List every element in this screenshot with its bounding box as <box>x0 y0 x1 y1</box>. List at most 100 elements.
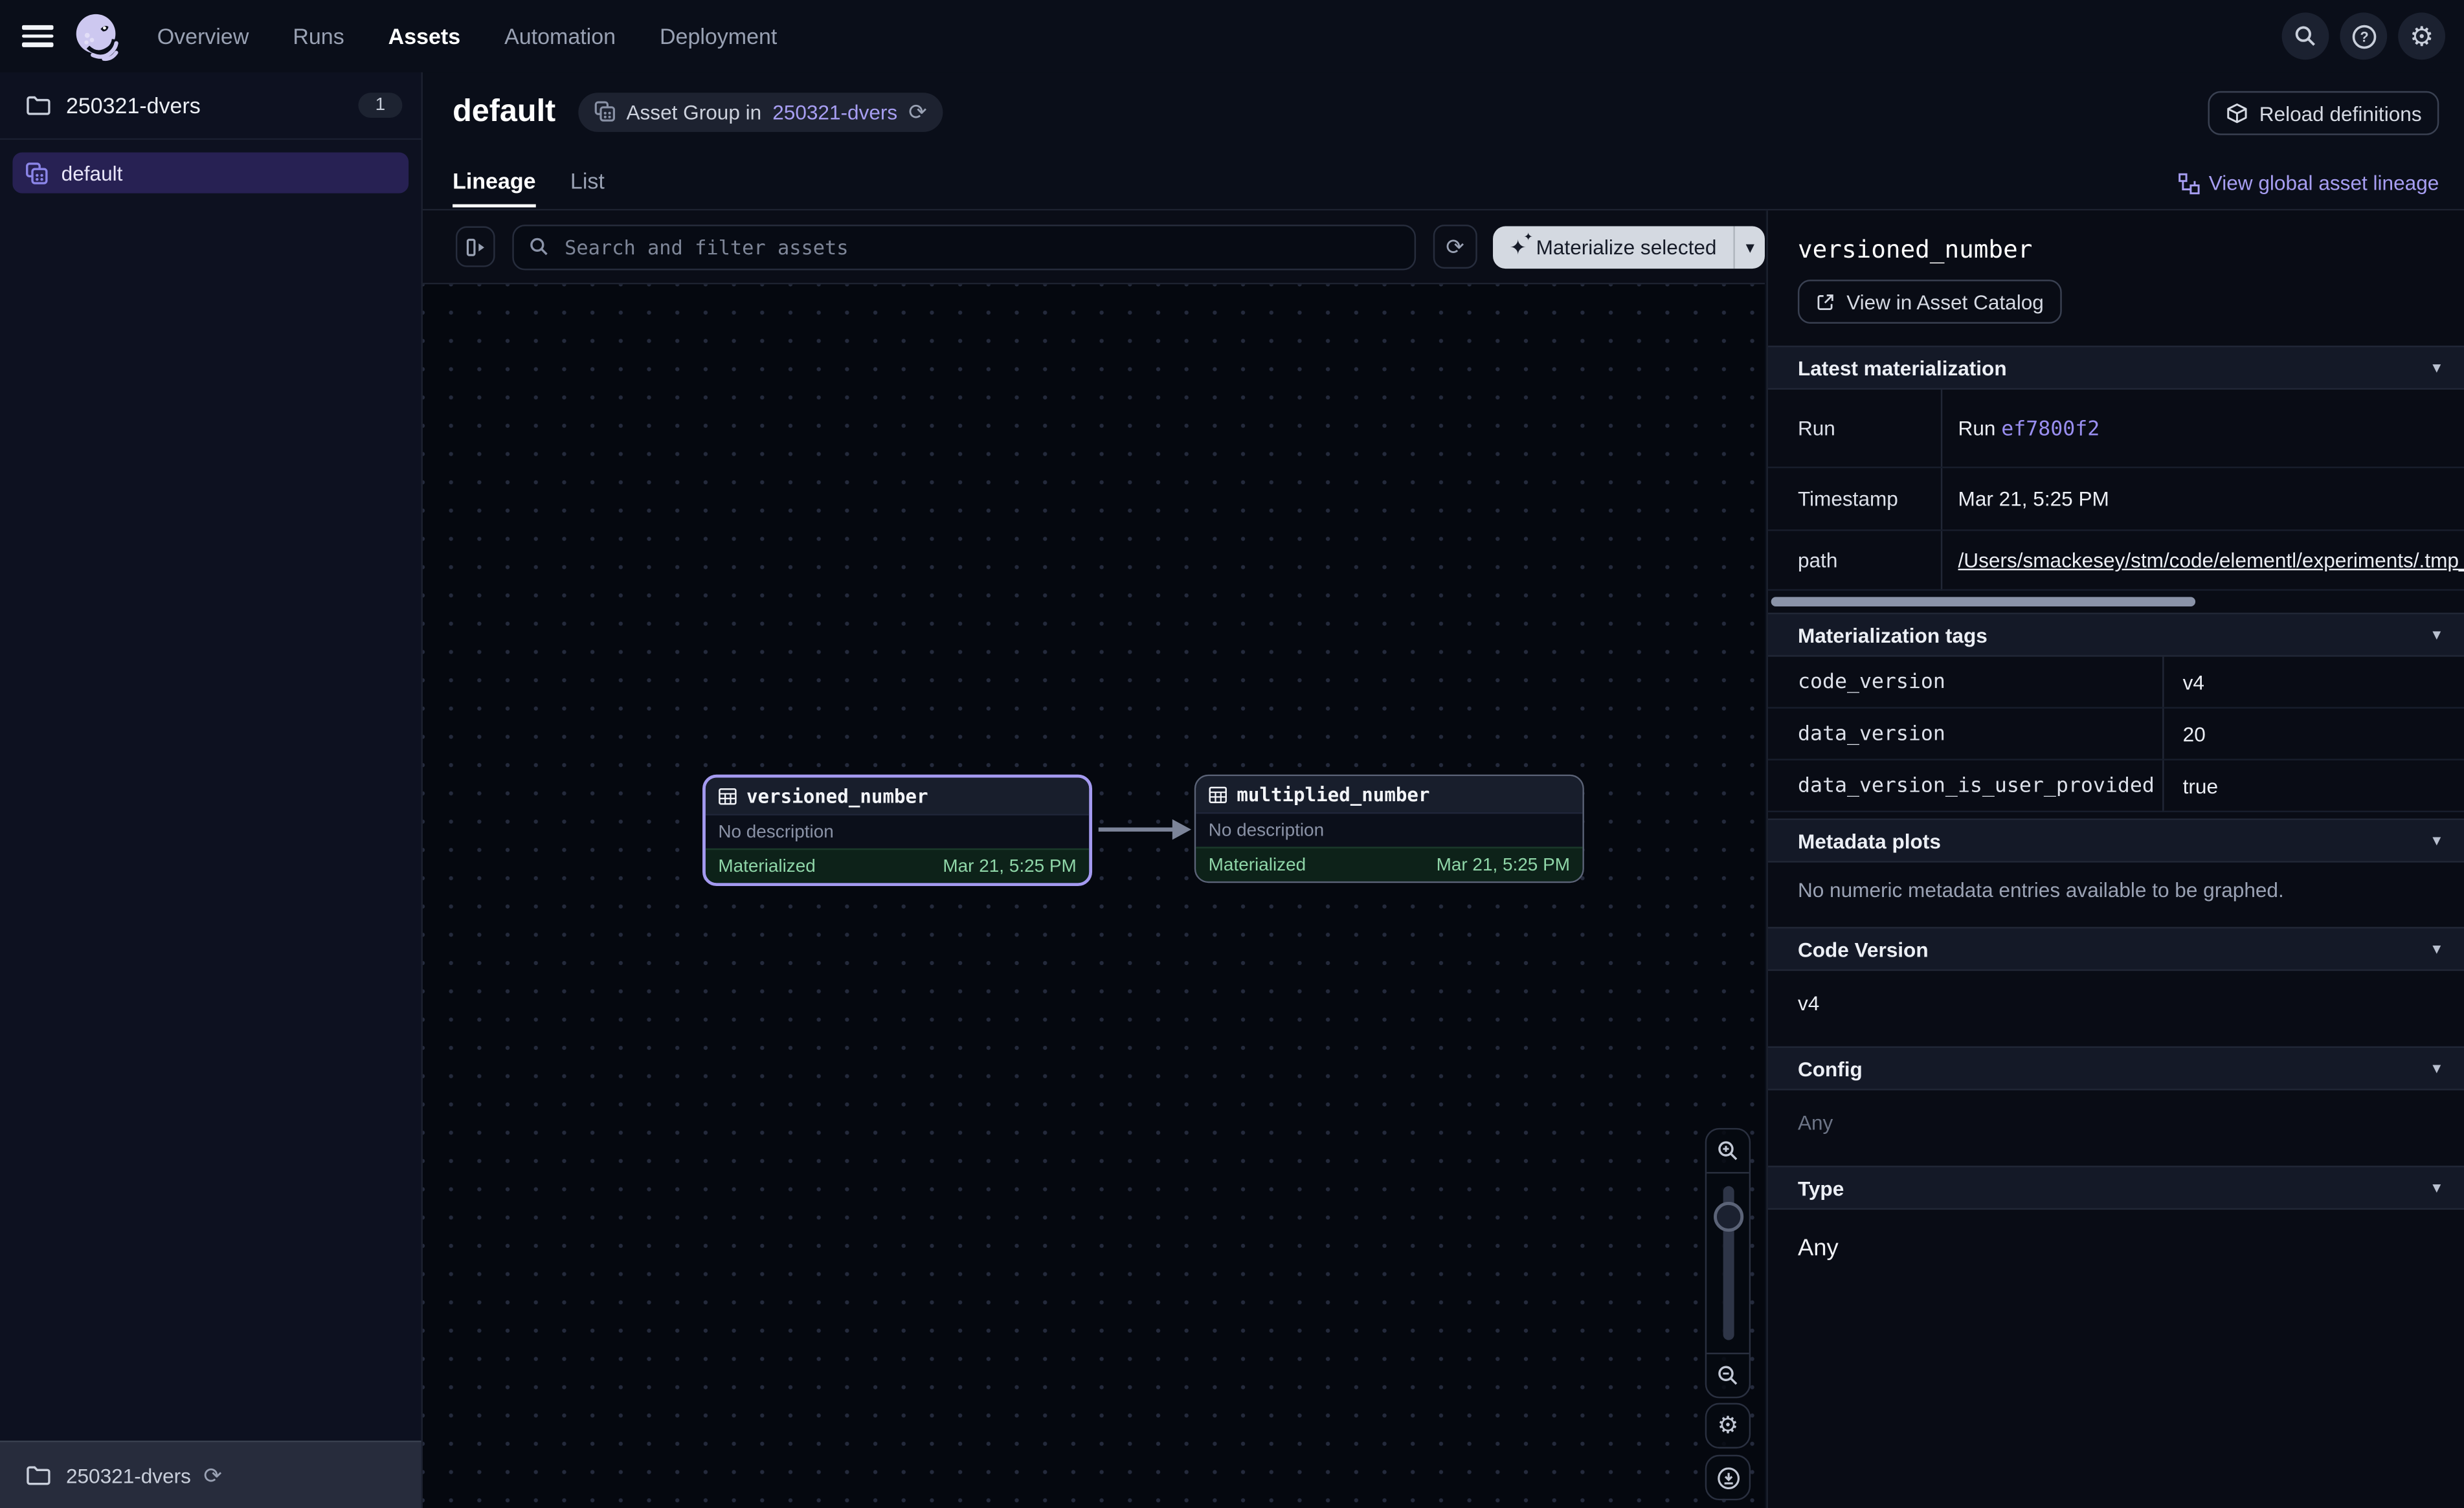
footer-workspace-name: 250321-dvers <box>66 1463 191 1487</box>
chip-label: Asset Group in <box>626 100 761 123</box>
zoom-controls <box>1705 1128 1751 1399</box>
nav-item-assets[interactable]: Assets <box>388 23 460 49</box>
chevron-down-icon: ▼ <box>2430 833 2444 848</box>
type-value: Any <box>1768 1210 2464 1280</box>
materialize-dropdown-button[interactable]: ▾ <box>1734 225 1765 268</box>
section-materialization-tags[interactable]: Materialization tags ▼ <box>1768 613 2464 657</box>
chevron-down-icon: ▼ <box>2430 941 2444 957</box>
asset-node-versioned-number[interactable]: versioned_number No description Material… <box>702 775 1092 886</box>
external-link-icon <box>1815 291 1836 312</box>
top-nav-actions: ? ⚙ <box>2282 12 2445 60</box>
materialization-time: Mar 21, 5:25 PM <box>943 857 1076 876</box>
section-config[interactable]: Config ▼ <box>1768 1047 2464 1091</box>
section-metadata-plots[interactable]: Metadata plots ▼ <box>1768 819 2464 863</box>
chevron-down-icon: ▼ <box>2430 1180 2444 1195</box>
nav-item-deployment[interactable]: Deployment <box>660 23 777 49</box>
run-id-link[interactable]: ef7800f2 <box>2001 417 2100 440</box>
lineage-graph-icon <box>2177 172 2199 194</box>
asset-group-icon <box>25 161 49 184</box>
reload-definitions-label: Reload definitions <box>2259 102 2422 125</box>
search-icon[interactable] <box>2282 12 2329 60</box>
table-row: Run Run ef7800f2 <box>1768 390 2464 467</box>
section-code-version[interactable]: Code Version ▼ <box>1768 927 2464 971</box>
node-status-bar: Materialized Mar 21, 5:25 PM <box>1196 847 1582 881</box>
download-graph-icon[interactable] <box>1705 1455 1751 1500</box>
workspace-link[interactable]: 250321-dvers <box>772 100 897 123</box>
zoom-out-icon[interactable] <box>1707 1354 1749 1397</box>
table-row: path /Users/smackesey/stm/code/elementl/… <box>1768 530 2464 590</box>
tab-list[interactable]: List <box>570 168 605 208</box>
dagster-app: Overview Runs Assets Automation Deployme… <box>0 0 2464 1508</box>
top-nav: Overview Runs Assets Automation Deployme… <box>0 0 2464 72</box>
graph-settings-icon[interactable]: ⚙ <box>1705 1403 1751 1448</box>
section-latest-materialization[interactable]: Latest materialization ▼ <box>1768 346 2464 390</box>
chevron-down-icon: ▼ <box>2430 627 2444 643</box>
page-header: default Asset Group in 250321-dvers ⟳ Re… <box>423 72 2464 211</box>
code-version-value: v4 <box>1768 971 2464 1040</box>
settings-gear-icon[interactable]: ⚙ <box>2398 12 2445 60</box>
table-row: Timestamp Mar 21, 5:25 PM <box>1768 467 2464 530</box>
sidebar-item-default[interactable]: default <box>12 152 409 193</box>
section-type[interactable]: Type ▼ <box>1768 1166 2464 1210</box>
asset-detail-panel: versioned_number View in Asset Catalog L… <box>1766 210 2464 1508</box>
asset-edge <box>423 284 1765 1508</box>
chevron-down-icon: ▼ <box>2430 1060 2444 1076</box>
dagster-logo-icon[interactable] <box>69 10 123 63</box>
node-status-bar: Materialized Mar 21, 5:25 PM <box>706 848 1089 883</box>
lineage-graph-canvas[interactable]: versioned_number No description Material… <box>423 284 1765 1508</box>
status-badge: Materialized <box>718 857 815 876</box>
folder-icon <box>25 93 50 118</box>
nav-item-automation[interactable]: Automation <box>504 23 616 49</box>
sidebar-footer: 250321-dvers ⟳ <box>0 1441 421 1508</box>
tab-lineage[interactable]: Lineage <box>453 168 535 208</box>
materialization-time: Mar 21, 5:25 PM <box>1437 856 1570 874</box>
zoom-slider-thumb[interactable] <box>1713 1202 1743 1232</box>
lineage-toolbar: ⟳ ✦✦ Materialize selected ▾ <box>423 210 1765 284</box>
nav-item-runs[interactable]: Runs <box>293 23 344 49</box>
search-icon <box>528 236 550 258</box>
nav-item-overview[interactable]: Overview <box>157 23 249 49</box>
asset-count-badge: 1 <box>358 93 402 118</box>
asset-node-multiplied-number[interactable]: multiplied_number No description Materia… <box>1194 775 1584 883</box>
view-global-asset-lineage-link[interactable]: View global asset lineage <box>2177 172 2439 195</box>
node-description: No description <box>1196 812 1582 847</box>
metadata-plots-empty-text: No numeric metadata entries available to… <box>1768 863 2464 921</box>
asset-group-icon <box>593 100 615 122</box>
table-icon <box>1209 784 1227 803</box>
reload-definitions-button[interactable]: Reload definitions <box>2208 91 2439 135</box>
svg-text:?: ? <box>2359 28 2368 44</box>
refresh-icon[interactable]: ⟳ <box>203 1464 221 1486</box>
page-title: default <box>453 93 555 129</box>
help-icon[interactable]: ? <box>2340 12 2387 60</box>
table-icon <box>718 786 737 805</box>
asset-group-chip: Asset Group in 250321-dvers ⟳ <box>577 92 943 131</box>
sparkle-icon: ✦✦ <box>1510 236 1527 257</box>
latest-materialization-table: Run Run ef7800f2 Timestamp Mar 21, 5:25 … <box>1768 390 2464 591</box>
asset-name-title: versioned_number <box>1798 236 2464 264</box>
workspace-name: 250321-dvers <box>66 93 201 118</box>
primary-nav: Overview Runs Assets Automation Deployme… <box>157 23 778 49</box>
table-row: data_version_is_user_provided true <box>1768 760 2464 812</box>
zoom-slider[interactable] <box>1707 1172 1749 1355</box>
config-value: Any <box>1768 1091 2464 1160</box>
table-row: code_version v4 <box>1768 657 2464 708</box>
reload-cube-icon <box>2224 102 2248 125</box>
status-badge: Materialized <box>1209 856 1306 874</box>
zoom-in-icon[interactable] <box>1707 1129 1749 1172</box>
folder-icon <box>25 1463 50 1488</box>
search-input[interactable] <box>561 233 1400 260</box>
materialization-tags-table: code_version v4 data_version 20 data_ver… <box>1768 657 2464 812</box>
table-row: data_version 20 <box>1768 708 2464 760</box>
refresh-graph-icon[interactable]: ⟳ <box>1433 225 1476 269</box>
chevron-down-icon: ▼ <box>2430 360 2444 375</box>
materialize-selected-button[interactable]: ✦✦ Materialize selected ▾ <box>1492 225 1765 268</box>
asset-search-box <box>513 224 1417 269</box>
horizontal-scrollbar[interactable] <box>1771 597 2195 606</box>
view-in-asset-catalog-button[interactable]: View in Asset Catalog <box>1798 280 2061 324</box>
path-link[interactable]: /Users/smackesey/stm/code/elementl/exper… <box>1958 548 2464 571</box>
sidebar-workspace-row[interactable]: 250321-dvers 1 <box>0 72 421 140</box>
menu-icon[interactable] <box>22 25 54 47</box>
refresh-icon[interactable]: ⟳ <box>908 100 926 122</box>
node-description: No description <box>706 814 1089 848</box>
expand-panel-icon[interactable] <box>456 227 495 267</box>
